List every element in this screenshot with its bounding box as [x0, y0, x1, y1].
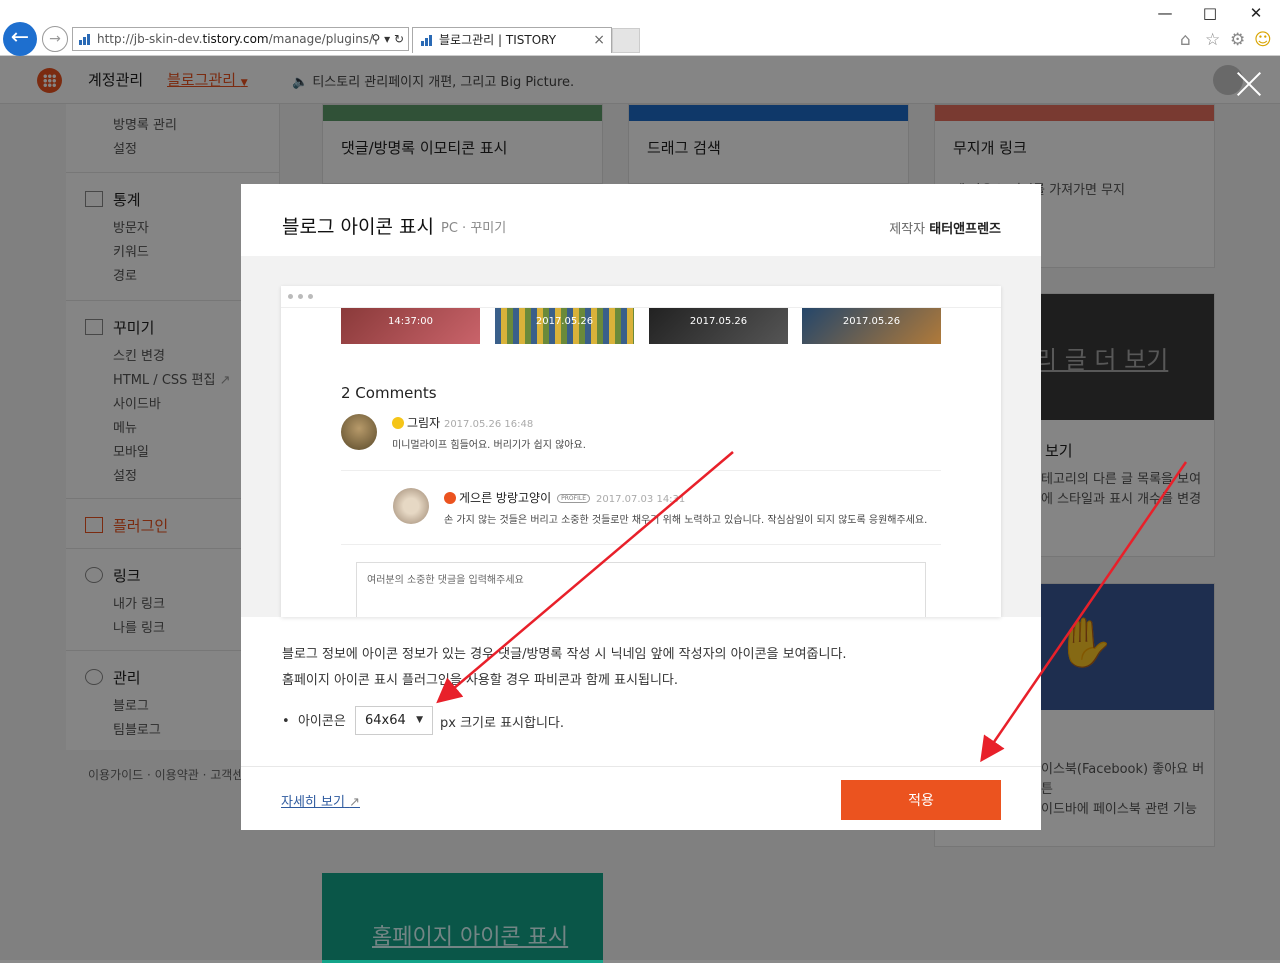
search-refresh-icons[interactable]: ⚲ ▾ ↻ — [372, 28, 405, 50]
preview-thumb: 2017.05.26 — [802, 308, 941, 344]
favorites-star-icon[interactable]: ☆ — [1205, 30, 1220, 50]
preview-window-bar — [281, 286, 1001, 308]
close-window-icon[interactable]: ✕ — [1233, 4, 1279, 22]
commenter-avatar — [341, 414, 377, 450]
modal-close-icon[interactable] — [1236, 71, 1262, 97]
browser-chrome: ← → http://jb-skin-dev.tistory.com/manag… — [0, 0, 1280, 56]
apply-button[interactable]: 적용 — [841, 780, 1001, 820]
comment-author: 그림자 2017.05.26 16:48 — [392, 414, 533, 431]
modal-title: 블로그 아이콘 표시 — [282, 216, 434, 238]
home-icon[interactable]: ⌂ — [1180, 30, 1191, 50]
more-info-link[interactable]: 자세히 보기 ↗ — [281, 791, 360, 810]
tab-title: 블로그관리 | TISTORY — [439, 33, 557, 47]
comment-text: 손 가지 않는 것들은 버리고 소중한 것들로만 채우기 위해 노력하고 있습니… — [444, 515, 928, 526]
modal-maker: 제작자 태터앤프렌즈 — [889, 222, 1001, 237]
site-favicon-icon — [79, 34, 90, 45]
preview-thumb: 14:37:00 — [341, 308, 480, 344]
icon-size-select[interactable]: 64x64 ▼ — [355, 706, 433, 735]
forward-button[interactable]: → — [42, 26, 68, 52]
comments-count: 2 Comments — [341, 384, 437, 402]
url-domain: tistory.com — [202, 32, 269, 46]
preview-screenshot: 14:37:00 2017.05.26 2017.05.26 2017.05.2… — [281, 286, 1001, 617]
modal-footer: 자세히 보기 ↗ 적용 — [241, 766, 1041, 830]
modal-tags: PC · 꾸미기 — [441, 221, 507, 236]
preview-thumb: 2017.05.26 — [495, 308, 634, 344]
comment-text: 미니멀라이프 힘들어요. 버리기가 쉽지 않아요. — [392, 440, 586, 451]
maximize-icon[interactable]: □ — [1187, 4, 1233, 22]
url-prefix: http://jb-skin-dev. — [97, 32, 203, 46]
smiley-feedback-icon[interactable]: ☺ — [1254, 30, 1272, 50]
option-suffix: px 크기로 표시합니다. — [440, 716, 565, 731]
back-button[interactable]: ← — [3, 22, 37, 56]
new-tab-button[interactable] — [612, 28, 640, 53]
blog-icon-badge — [392, 417, 404, 429]
comment-author: 게으른 방랑고양이 PROFILE 2017.07.03 14:31 — [444, 489, 685, 506]
tab-close-icon[interactable]: × — [593, 28, 605, 52]
tab-favicon-icon — [421, 35, 432, 46]
address-bar[interactable]: http://jb-skin-dev.tistory.com/manage/pl… — [72, 27, 409, 51]
option-label: • 아이콘은 — [282, 714, 346, 729]
blog-icon-badge — [444, 492, 456, 504]
chevron-down-icon: ▼ — [416, 715, 423, 725]
plugin-detail-modal: 블로그 아이콘 표시 PC · 꾸미기 제작자 태터앤프렌즈 14:37:00 … — [241, 184, 1041, 830]
comment-input-preview: 여러분의 소중한 댓글을 입력해주세요 — [356, 562, 926, 617]
commenter-avatar — [393, 488, 429, 524]
minimize-icon[interactable]: — — [1142, 4, 1188, 22]
browser-tab[interactable]: 블로그관리 | TISTORY × — [412, 27, 612, 53]
external-link-icon: ↗ — [349, 795, 360, 810]
settings-gear-icon[interactable]: ⚙ — [1230, 30, 1245, 50]
url-suffix: /manage/plugins/ — [268, 32, 374, 46]
preview-area: 14:37:00 2017.05.26 2017.05.26 2017.05.2… — [241, 256, 1041, 617]
preview-thumb: 2017.05.26 — [649, 308, 788, 344]
plugin-description: 블로그 정보에 아이콘 정보가 있는 경우 댓글/방명록 작성 시 닉네임 앞에… — [282, 647, 847, 688]
